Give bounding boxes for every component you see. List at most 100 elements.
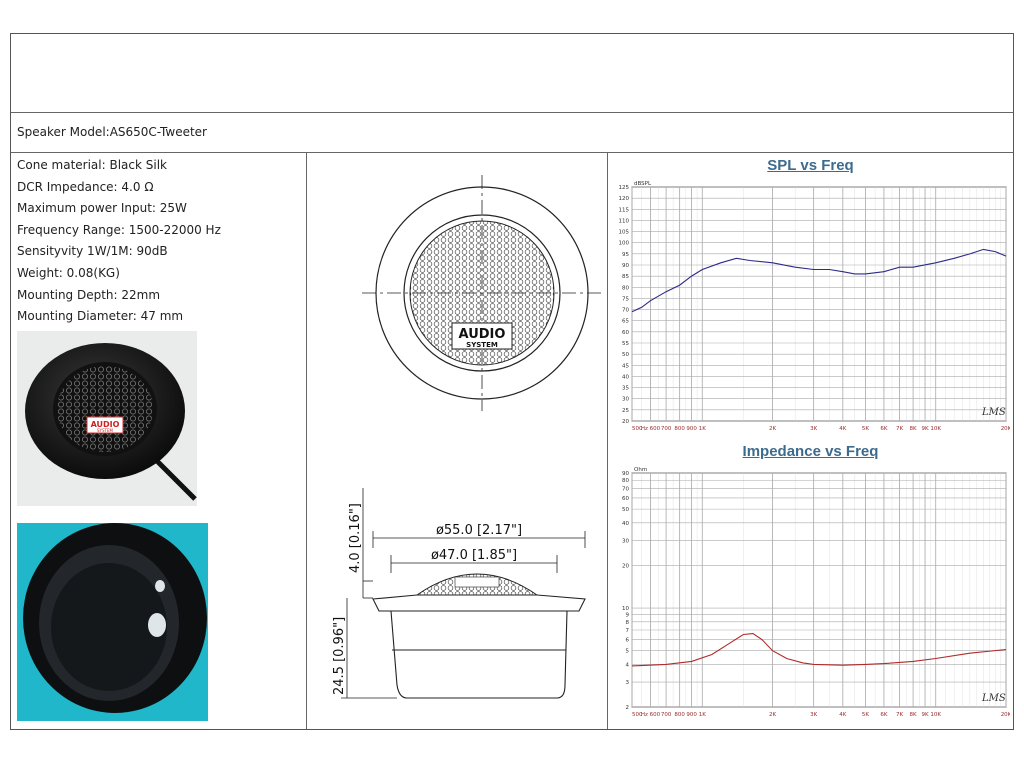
y-tick-label: 90	[622, 263, 629, 269]
x-tick-label: 9K	[921, 426, 928, 432]
x-tick-label: 2K	[769, 712, 776, 718]
tweeter-housing-photo	[17, 523, 208, 721]
y-tick-label: 4	[626, 662, 630, 668]
y-tick-label: 100	[619, 241, 630, 247]
y-tick-label: 70	[622, 308, 629, 314]
spec-mounting-diameter: Mounting Diameter: 47 mm	[17, 309, 184, 324]
y-tick-label: 9	[626, 613, 630, 619]
spec-list: Cone material: Black Silk DCR Impedance:…	[17, 155, 221, 328]
y-tick-label: 40	[622, 521, 629, 527]
y-tick-label: 40	[622, 374, 629, 380]
y-tick-label: 80	[622, 478, 629, 484]
y-tick-label: 8	[626, 620, 630, 626]
y-tick-label: 125	[619, 185, 630, 191]
plot-frame	[631, 186, 1007, 422]
drawing-logo-line1: AUDIO	[459, 327, 506, 342]
y-tick-label: 25	[622, 408, 629, 414]
x-tick-label: 900	[686, 426, 697, 432]
x-tick-label: 4K	[839, 712, 846, 718]
y-tick-label: 30	[622, 539, 629, 545]
y-tick-label: 45	[622, 363, 629, 369]
x-tick-label: 2K	[769, 426, 776, 432]
x-tick-label: 1K	[699, 712, 706, 718]
charts-column: SPL vs Freq 500 Hz 600 700 800 900 1K 2K 3K 4K 5K…	[608, 153, 1013, 729]
x-tick-label: 4K	[839, 426, 846, 432]
y-tick-label: 20	[622, 563, 629, 569]
impedance-chart: 500Hz 600 700 800 900 1K 2K 3K 4K 5K 6K 7K 8K 9K 10K 2…	[622, 467, 1010, 718]
dim-inner-diameter: ø47.0 [1.85"]	[431, 548, 517, 563]
y-tick-label: 80	[622, 285, 629, 291]
spec-dcr-impedance: DCR Impedance: 4.0 Ω	[17, 179, 154, 194]
lms-watermark: LMS	[981, 407, 1006, 418]
spec-mounting-depth: Mounting Depth: 22mm	[17, 287, 161, 302]
y-tick-label: 50	[622, 352, 629, 358]
photo-logo-line2: SYSTEM	[97, 428, 113, 433]
dim-outer-diameter: ø55.0 [2.17"]	[436, 523, 522, 538]
x-tick-label: 7K	[896, 712, 903, 718]
x-tick-label: Hz 600	[641, 426, 661, 432]
side-view: ø55.0 [2.17"] ø47.0 [1.85"] 4.0 [0.16"] …	[332, 488, 586, 699]
x-tick-label: 800	[674, 426, 685, 432]
y-axis-label: dBSPL	[634, 181, 652, 187]
x-tick-label: 900	[686, 712, 697, 718]
tweeter-front-photo: AUDIO SYSTEM	[17, 331, 197, 506]
spl-chart: 500Hz 600 700 800 900 1K 2K 3K 4K 5K 6K 7K 8K 9K 10K 2…	[619, 181, 1011, 432]
dim-height-top: 4.0 [0.16"]	[348, 503, 363, 573]
spec-sheet: Speaker Model:AS650C-Tweeter Cone materi…	[10, 33, 1014, 730]
y-tick-label: 7	[626, 628, 630, 634]
dim-height-body: 24.5 [0.96"]	[332, 617, 347, 695]
x-tick-label: 3K	[810, 712, 817, 718]
y-tick-label: 95	[622, 252, 629, 258]
y-tick-label: 120	[619, 196, 630, 202]
y-tick-label: 85	[622, 274, 629, 280]
x-tick-label: 8K	[910, 712, 917, 718]
y-tick-label: 35	[622, 386, 629, 392]
y-tick-label: 10	[622, 606, 629, 612]
x-tick-label: 10K	[930, 712, 941, 718]
x-tick-label: 20K	[1001, 712, 1010, 718]
spec-sensitivity: Sensityvity 1W/1M: 90dB	[17, 244, 168, 259]
x-tick-label: 3K	[810, 426, 817, 432]
y-tick-label: 3	[626, 680, 630, 686]
top-view: AUDIO SYSTEM	[362, 175, 602, 411]
x-tick-label: 5K	[862, 426, 869, 432]
x-tick-label: 6K	[880, 712, 887, 718]
technical-drawing: AUDIO SYSTEM ø55.0 [2.17"] ø47.0 [1.85"]	[332, 175, 602, 699]
y-tick-label: 75	[622, 296, 629, 302]
impedance-chart-title: Impedance vs Freq	[742, 443, 879, 460]
spec-max-power: Maximum power Input: 25W	[17, 201, 187, 216]
spec-frequency-range: Frequency Range: 1500-22000 Hz	[17, 222, 221, 237]
x-tick-label: 1K	[699, 426, 706, 432]
x-tick-label: 8K	[910, 426, 917, 432]
x-tick-label: 800	[674, 712, 685, 718]
drawing-column: AUDIO SYSTEM ø55.0 [2.17"] ø47.0 [1.85"]	[307, 153, 608, 729]
y-tick-label: 65	[622, 319, 629, 325]
y-tick-label: 60	[622, 496, 629, 502]
x-tick-label: Hz 600	[641, 712, 661, 718]
tweeter-housing-image	[17, 523, 208, 721]
x-tick-label: 10K	[930, 426, 941, 432]
x-tick-label: 6K	[880, 426, 887, 432]
y-tick-label: 70	[622, 486, 629, 492]
spl-chart-title: SPL vs Freq	[767, 157, 854, 174]
x-tick-label: 7K	[896, 426, 903, 432]
header-blank-row	[11, 34, 1013, 113]
y-tick-label: 110	[619, 218, 630, 224]
lms-watermark: LMS	[981, 693, 1006, 704]
spec-cone-material: Cone material: Black Silk	[17, 158, 167, 172]
x-tick-label: 700	[661, 426, 672, 432]
y-tick-label: 30	[622, 397, 629, 403]
x-tick-label: 700	[661, 712, 672, 718]
spec-weight: Weight: 0.08(KG)	[17, 265, 120, 280]
y-tick-label: 60	[622, 330, 629, 336]
y-tick-label: 2	[626, 705, 630, 711]
x-tick-label: 9K	[921, 712, 928, 718]
tweeter-front-image: AUDIO SYSTEM	[17, 331, 197, 506]
x-tick-label: 20K	[1001, 426, 1010, 432]
plot-frame	[631, 472, 1007, 708]
drawing-logo-line2: SYSTEM	[466, 341, 498, 349]
y-tick-label: 50	[622, 507, 629, 513]
model-row: Speaker Model:AS650C-Tweeter	[11, 112, 1013, 153]
y-axis-label: Ohm	[634, 467, 647, 473]
specs-column: Cone material: Black Silk DCR Impedance:…	[11, 153, 307, 729]
